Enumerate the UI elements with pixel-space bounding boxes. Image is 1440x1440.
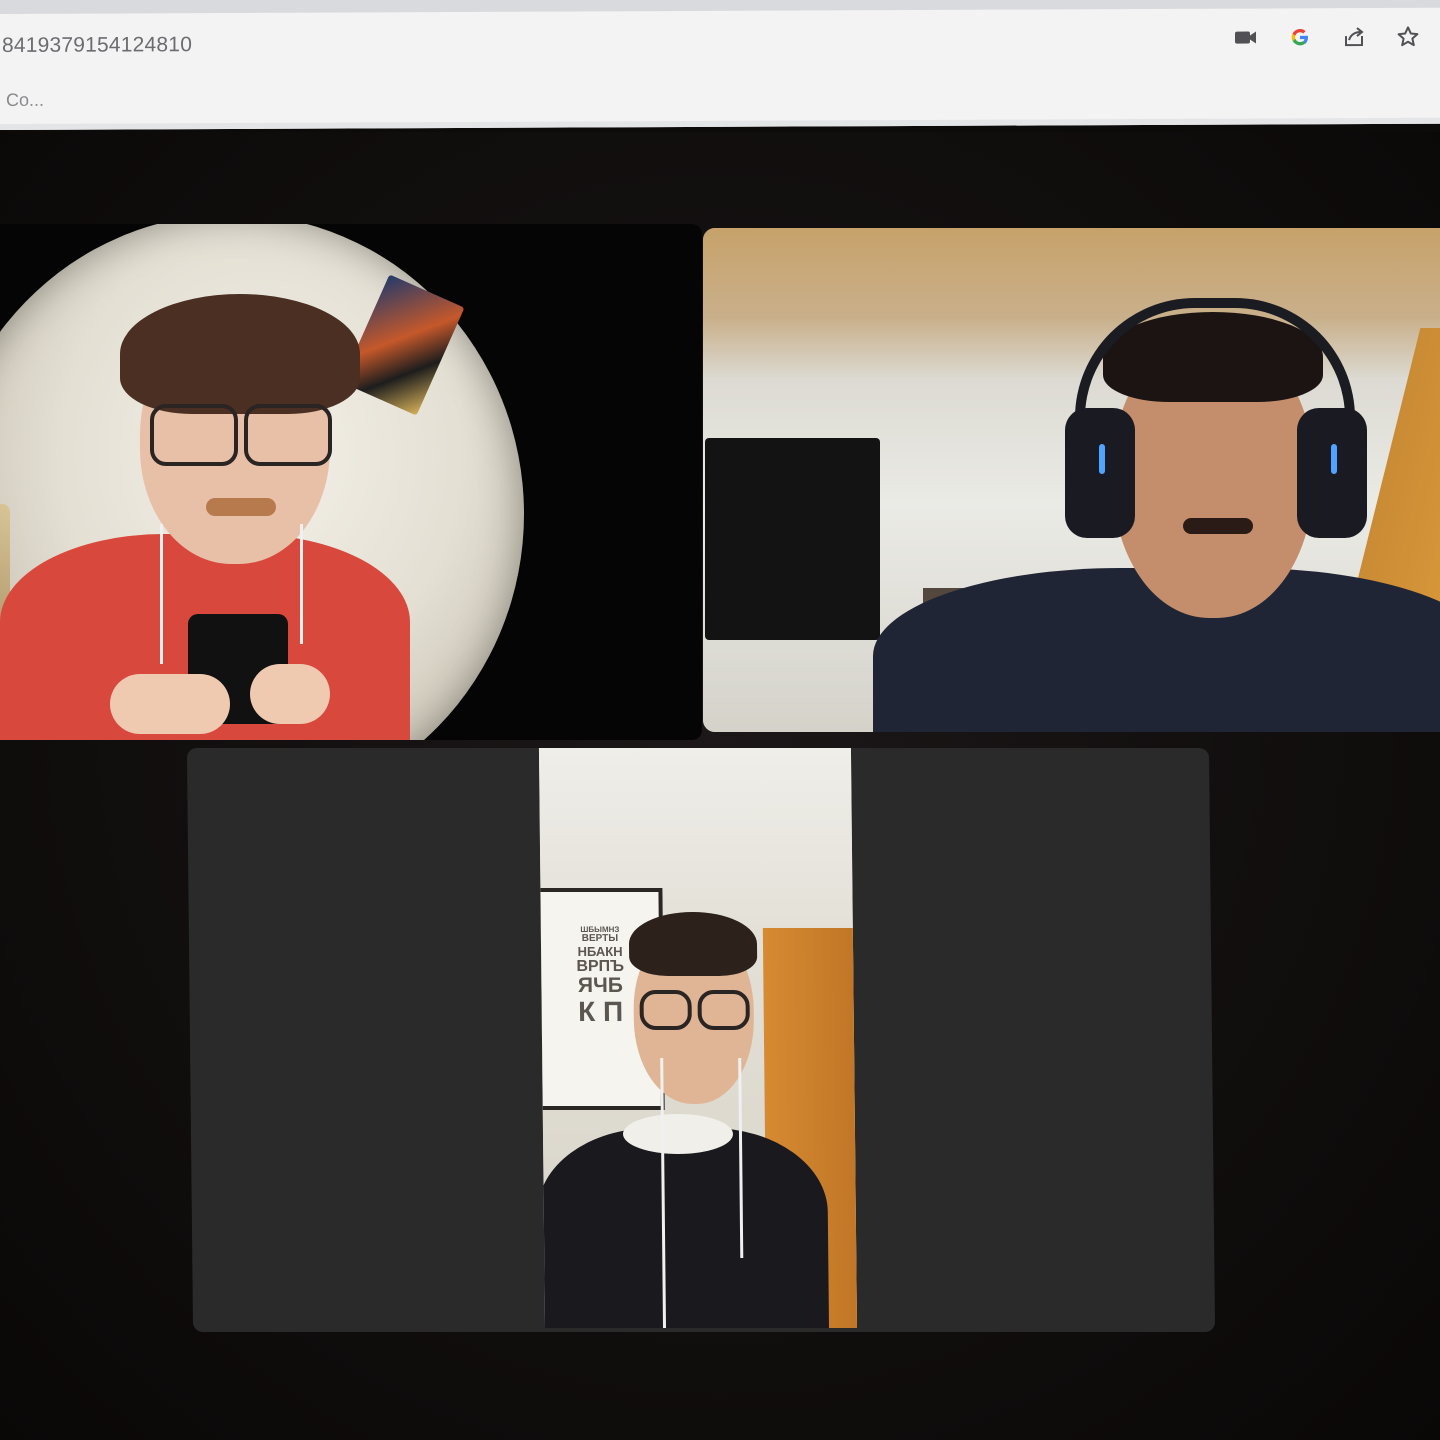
camera-icon[interactable]	[1232, 24, 1260, 52]
chrome-divider	[0, 117, 1440, 130]
browser-chrome: 8419379154124810 Co...	[0, 0, 1440, 130]
participant-3-video: ШБЫМНЗ ВЕРТЫ НБАКН ВРПЪ ЯЧБ К П	[538, 748, 858, 1328]
participant-video-tile-2[interactable]	[703, 228, 1440, 732]
bookmarks-bar: Co...	[0, 74, 1440, 120]
fisheye-camera-view	[0, 224, 524, 740]
tab-strip	[0, 0, 1440, 15]
participant-video-tile-1[interactable]	[0, 224, 702, 740]
share-icon[interactable]	[1340, 23, 1368, 51]
url-text[interactable]: 8419379154124810	[0, 33, 192, 58]
wall-poster	[341, 274, 465, 416]
google-lens-icon[interactable]	[1286, 23, 1314, 51]
address-bar-actions	[1232, 20, 1422, 55]
bookmark-star-icon[interactable]	[1394, 23, 1422, 51]
participant-video-tile-3[interactable]: ШБЫМНЗ ВЕРТЫ НБАКН ВРПЪ ЯЧБ К П	[186, 748, 1216, 1332]
wall-tv	[705, 438, 880, 640]
bookmark-item[interactable]: Co...	[0, 89, 44, 110]
address-bar[interactable]: 8419379154124810	[0, 21, 1170, 66]
